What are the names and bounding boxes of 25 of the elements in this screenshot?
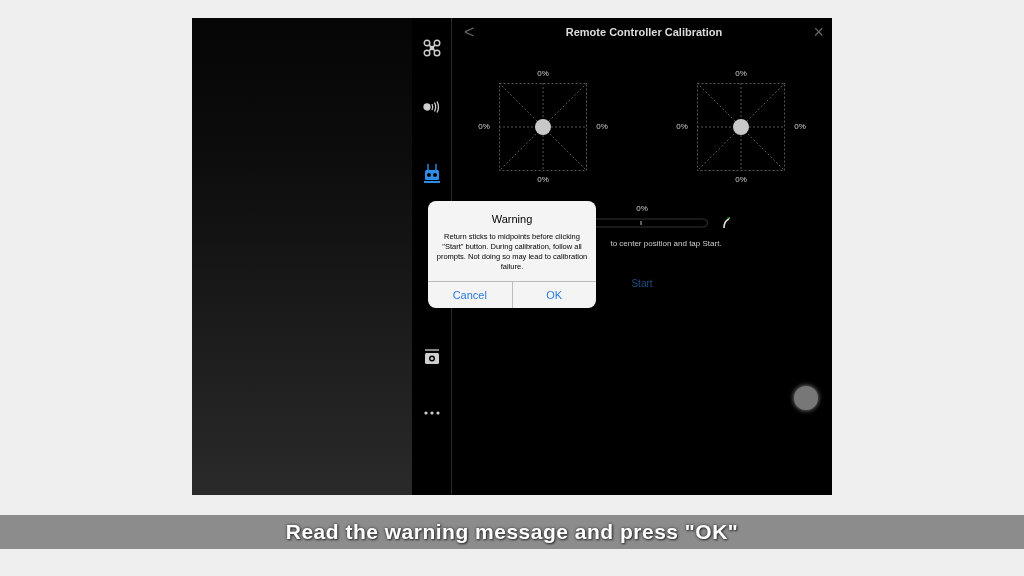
stick-value: 0%	[537, 174, 549, 186]
stick-value: 0%	[478, 121, 490, 133]
dialog-button[interactable]: OK	[511, 281, 596, 308]
start-link[interactable]: Start	[631, 276, 653, 291]
stick-value: 0%	[676, 121, 688, 133]
instruction-text: to center position and tap Start.	[610, 238, 722, 250]
stick-value: 0%	[596, 121, 608, 133]
floating-button[interactable]	[794, 386, 818, 410]
dial-icon	[721, 217, 731, 229]
caption-text: Read the warning message and press "OK"	[285, 519, 739, 546]
dialog-title: Warning	[490, 212, 534, 227]
more-icon[interactable]	[423, 411, 440, 415]
remote-controller-icon[interactable]	[423, 163, 440, 183]
screen-title: Remote Controller Calibration	[565, 24, 723, 40]
drone-icon[interactable]	[422, 39, 441, 57]
close-button[interactable]: ×	[813, 23, 824, 41]
dial-value: 0%	[636, 203, 648, 215]
stick-value: 0%	[794, 121, 806, 133]
dialog-button[interactable]: Cancel	[428, 281, 512, 308]
back-button[interactable]: <	[464, 23, 475, 41]
camera-icon[interactable]	[423, 349, 440, 365]
signal-icon[interactable]	[422, 101, 441, 113]
stick-value: 0%	[735, 174, 747, 186]
stick-value: 0%	[735, 68, 747, 80]
stick-value: 0%	[537, 68, 549, 80]
